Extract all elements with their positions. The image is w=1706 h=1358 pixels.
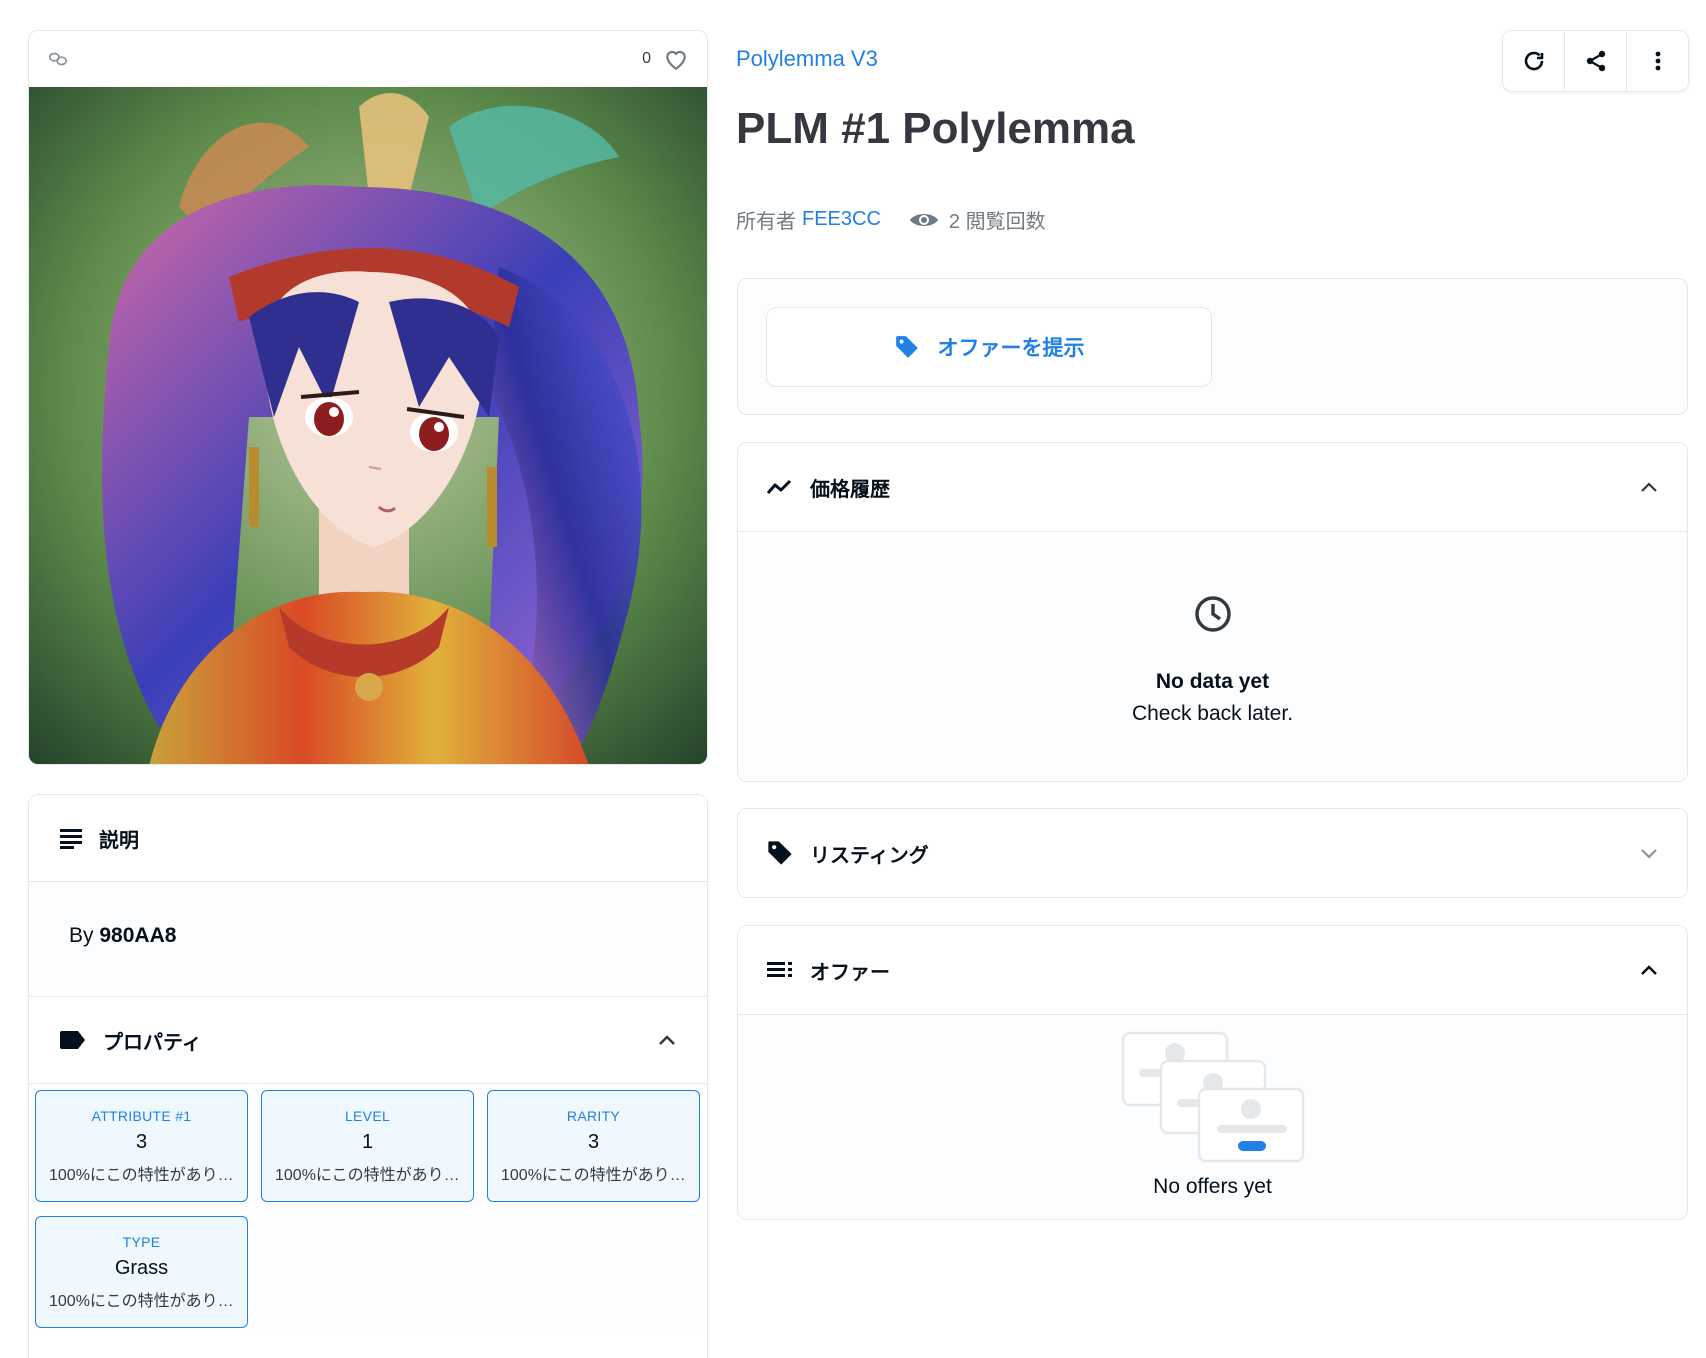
no-data-title: No data yet <box>1155 670 1270 693</box>
refresh-button[interactable] <box>1503 31 1565 91</box>
tag-icon <box>768 841 792 865</box>
creator-name[interactable]: 980AA8 <box>99 924 176 947</box>
property-type: TYPE <box>122 1233 161 1250</box>
offers-heading: オファー <box>810 961 890 984</box>
make-offer-label: オファーを提示 <box>937 337 1085 360</box>
offers-panel: オファー No offers yet <box>737 925 1688 1220</box>
link-icon[interactable] <box>47 48 69 70</box>
property-type: ATTRIBUTE #1 <box>91 1107 192 1124</box>
property-rarity: 100%にこの特性があります <box>49 1166 234 1184</box>
properties-header[interactable]: プロパティ <box>29 997 707 1083</box>
property-card[interactable]: TYPE Grass 100%にこの特性があります <box>35 1216 248 1328</box>
collection-link[interactable]: Polylemma V3 <box>736 46 878 72</box>
property-card[interactable]: LEVEL 1 100%にこの特性があります <box>261 1090 474 1202</box>
listings-header[interactable]: リスティング <box>738 809 1687 897</box>
media-header: 0 <box>29 31 707 87</box>
nft-artwork[interactable] <box>29 87 707 764</box>
trending-icon <box>766 479 792 494</box>
property-value: 3 <box>135 1130 148 1153</box>
listings-panel: リスティング <box>737 808 1688 898</box>
listings-heading: リスティング <box>810 844 929 867</box>
item-title: PLM #1 Polylemma <box>736 104 1135 153</box>
properties-grid: ATTRIBUTE #1 3 100%にこの特性があります LEVEL 1 10… <box>29 1083 707 1336</box>
view-count-text: 2 閲覧回数 <box>948 211 1046 233</box>
properties-heading: プロパティ <box>103 1031 202 1054</box>
owner-link[interactable]: FEE3CC <box>802 208 881 231</box>
property-card[interactable]: ATTRIBUTE #1 3 100%にこの特性があります <box>35 1090 248 1202</box>
price-history-body: No data yet Check back later. <box>738 531 1687 781</box>
property-card[interactable]: RARITY 3 100%にこの特性があります <box>487 1090 700 1202</box>
offers-header[interactable]: オファー <box>738 926 1687 1014</box>
offers-body: No offers yet <box>738 1014 1687 1219</box>
heart-icon[interactable] <box>663 47 689 71</box>
price-history-panel: 価格履歴 No data yet Check back later. <box>737 442 1688 782</box>
view-count: 2 閲覧回数 <box>909 205 1046 234</box>
offer-box: オファーを提示 <box>737 278 1688 415</box>
chevron-down-icon[interactable] <box>1639 846 1659 860</box>
property-value: 3 <box>587 1130 600 1153</box>
more-options-button[interactable] <box>1627 31 1688 91</box>
property-type: RARITY <box>566 1107 621 1124</box>
favorite-count: 0 <box>642 50 651 67</box>
refresh-icon <box>1524 51 1543 71</box>
tag-icon <box>895 336 918 358</box>
eye-icon <box>909 213 938 226</box>
make-offer-button[interactable]: オファーを提示 <box>766 307 1212 387</box>
property-value: 1 <box>361 1130 374 1153</box>
no-data-subtitle: Check back later. <box>1131 702 1294 725</box>
chevron-up-icon[interactable] <box>1639 963 1659 977</box>
description-card: 説明 By 980AA8 プロパティ ATTRIBUTE #1 3 100%にこ… <box>28 794 708 1358</box>
label-icon <box>60 1031 85 1049</box>
property-type: LEVEL <box>344 1107 391 1124</box>
description-body: By 980AA8 <box>29 881 707 997</box>
owner-label: 所有者 <box>736 211 796 233</box>
more-vertical-icon <box>1655 51 1660 71</box>
no-offers-text: No offers yet <box>1153 1175 1272 1198</box>
clock-icon <box>1194 596 1231 632</box>
description-header[interactable]: 説明 <box>29 795 707 881</box>
property-rarity: 100%にこの特性があります <box>275 1166 460 1184</box>
share-icon <box>1586 50 1605 72</box>
artwork-image <box>29 87 707 764</box>
description-icon <box>60 829 82 849</box>
property-value: Grass <box>114 1256 169 1279</box>
empty-offers-illustration <box>1121 1031 1304 1163</box>
property-rarity: 100%にこの特性があります <box>49 1292 234 1310</box>
media-card: 0 <box>28 30 708 765</box>
chevron-up-icon[interactable] <box>657 1033 677 1047</box>
action-button-group <box>1502 30 1689 92</box>
by-label: By <box>69 924 94 947</box>
favorite-group: 0 <box>642 47 689 71</box>
description-heading: 説明 <box>99 829 139 852</box>
chevron-up-icon[interactable] <box>1639 480 1659 494</box>
share-button[interactable] <box>1565 31 1627 91</box>
list-icon <box>767 962 792 977</box>
price-history-heading: 価格履歴 <box>810 478 890 501</box>
property-rarity: 100%にこの特性があります <box>501 1166 686 1184</box>
item-meta: 所有者 FEE3CC 2 閲覧回数 <box>736 205 1046 234</box>
price-history-header[interactable]: 価格履歴 <box>738 443 1687 531</box>
